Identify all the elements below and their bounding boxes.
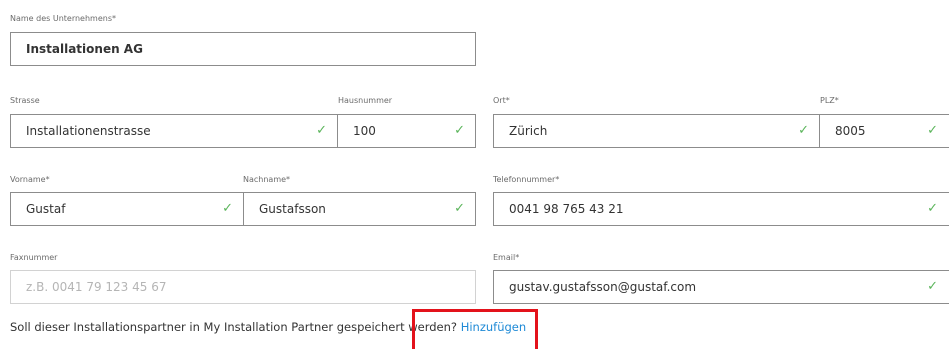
check-icon: ✓ bbox=[222, 201, 233, 216]
check-icon: ✓ bbox=[454, 201, 465, 216]
city-input[interactable] bbox=[494, 115, 819, 147]
first-name-input[interactable] bbox=[11, 193, 243, 225]
company-field[interactable] bbox=[10, 32, 476, 66]
save-prompt-text: Soll dieser Installationspartner in My I… bbox=[10, 320, 458, 334]
fax-input[interactable] bbox=[11, 271, 475, 303]
zip-label: PLZ* bbox=[820, 96, 839, 105]
check-icon: ✓ bbox=[927, 123, 938, 138]
phone-input[interactable] bbox=[494, 193, 949, 225]
email-input[interactable] bbox=[494, 271, 949, 303]
street-label: Strasse bbox=[10, 96, 40, 105]
last-name-field[interactable]: ✓ bbox=[243, 192, 476, 226]
company-label: Name des Unternehmens* bbox=[10, 14, 117, 23]
city-field[interactable]: ✓ bbox=[493, 114, 820, 148]
first-name-label: Vorname* bbox=[10, 175, 50, 184]
house-number-label: Hausnummer bbox=[338, 96, 393, 105]
fax-label: Faxnummer bbox=[10, 253, 58, 262]
check-icon: ✓ bbox=[454, 123, 465, 138]
email-label: Email* bbox=[493, 253, 520, 262]
house-number-field[interactable]: ✓ bbox=[337, 114, 476, 148]
check-icon: ✓ bbox=[798, 123, 809, 138]
zip-field[interactable]: ✓ bbox=[819, 114, 949, 148]
check-icon: ✓ bbox=[316, 123, 327, 138]
company-input[interactable] bbox=[11, 33, 475, 65]
email-field[interactable]: ✓ bbox=[493, 270, 949, 304]
check-icon: ✓ bbox=[927, 279, 938, 294]
street-field[interactable]: ✓ bbox=[10, 114, 338, 148]
phone-label: Telefonnummer* bbox=[493, 175, 560, 184]
phone-field[interactable]: ✓ bbox=[493, 192, 949, 226]
highlight-box bbox=[412, 309, 538, 349]
last-name-input[interactable] bbox=[244, 193, 475, 225]
first-name-field[interactable]: ✓ bbox=[10, 192, 244, 226]
fax-field[interactable] bbox=[10, 270, 476, 304]
check-icon: ✓ bbox=[927, 201, 938, 216]
city-label: Ort* bbox=[493, 96, 510, 105]
last-name-label: Nachname* bbox=[243, 175, 291, 184]
street-input[interactable] bbox=[11, 115, 337, 147]
